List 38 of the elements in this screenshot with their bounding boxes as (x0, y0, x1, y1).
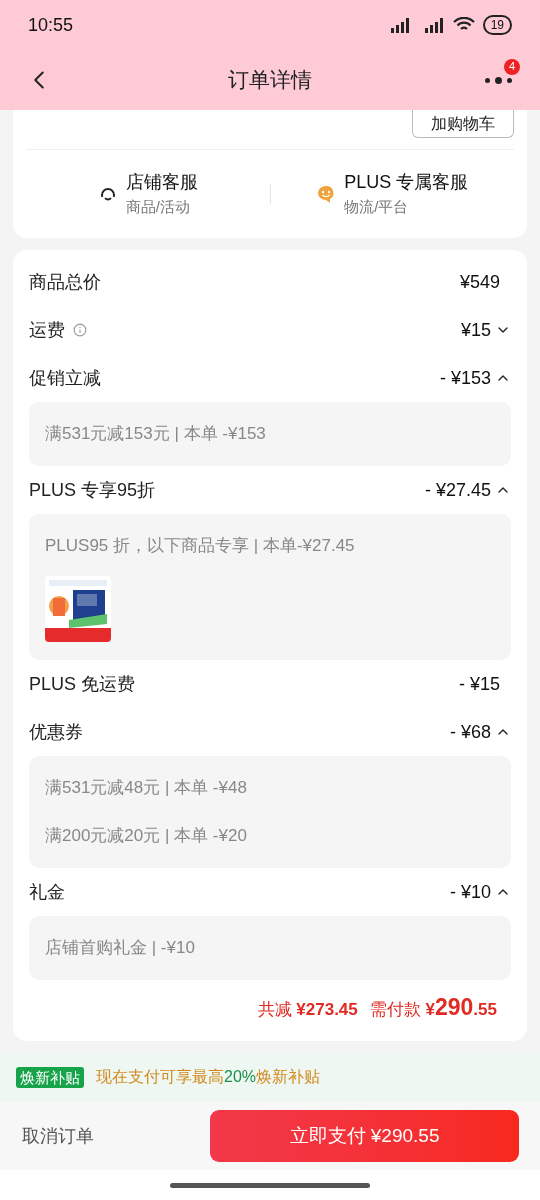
service-subtitle: 商品/活动 (125, 197, 190, 218)
service-link[interactable]: 店铺客服 商品/活动 (26, 165, 270, 223)
service-title: 店铺客服 (125, 171, 198, 195)
battery-level: 19 (482, 15, 512, 35)
home-indicator[interactable] (170, 1182, 370, 1188)
pay-now-button[interactable]: 立即支付 ¥290.55 (210, 1110, 519, 1162)
price-amount: ¥15 (460, 318, 491, 342)
notification-badge: 4 (504, 58, 520, 75)
detail-text: 满531元减153元 | 本单 -¥153 (45, 423, 267, 445)
service-link[interactable]: PLUS 专属客服 物流/平台 (270, 165, 514, 223)
price-amount: - ¥10 (449, 880, 491, 904)
price-label: 礼金 (29, 880, 65, 904)
price-label: 优惠券 (29, 720, 83, 744)
subsidy-tag: 焕新补贴 (16, 1066, 84, 1088)
cancel-order-button[interactable]: 取消订单 (22, 1122, 94, 1150)
status-time: 10:55 (28, 13, 74, 37)
amount-due: 需付款 ¥290.55 (369, 993, 497, 1022)
add-to-cart-button[interactable]: 加购物车 (412, 110, 514, 138)
price-label: 促销立减 (29, 366, 101, 390)
subsidy-text: 现在支付可享最高20%焕新补贴 (96, 1067, 321, 1087)
price-label: 运费 (29, 318, 65, 342)
page-title: 订单详情 (227, 67, 312, 94)
service-title: PLUS 专属客服 (344, 171, 469, 195)
price-label: PLUS 专享95折 (29, 478, 156, 502)
total-discount: 共减 ¥273.45 (257, 999, 358, 1021)
price-amount: - ¥15 (458, 672, 501, 696)
price-amount: - ¥68 (449, 720, 491, 744)
detail-text: 满200元减20元 | 本单 -¥20 (45, 825, 248, 847)
detail-text: 满531元减48元 | 本单 -¥48 (45, 777, 248, 799)
price-label: 商品总价 (29, 270, 101, 294)
detail-text: PLUS95 折，以下商品专享 | 本单-¥27.45 (45, 535, 356, 557)
price-amount: - ¥153 (439, 366, 491, 390)
price-amount: - ¥27.45 (424, 478, 491, 502)
info-icon[interactable] (73, 323, 87, 337)
price-label: PLUS 免运费 (29, 672, 136, 696)
service-subtitle: 物流/平台 (344, 197, 409, 218)
detail-text: 店铺首购礼金 | -¥10 (45, 937, 196, 959)
price-amount: ¥549 (459, 270, 501, 294)
